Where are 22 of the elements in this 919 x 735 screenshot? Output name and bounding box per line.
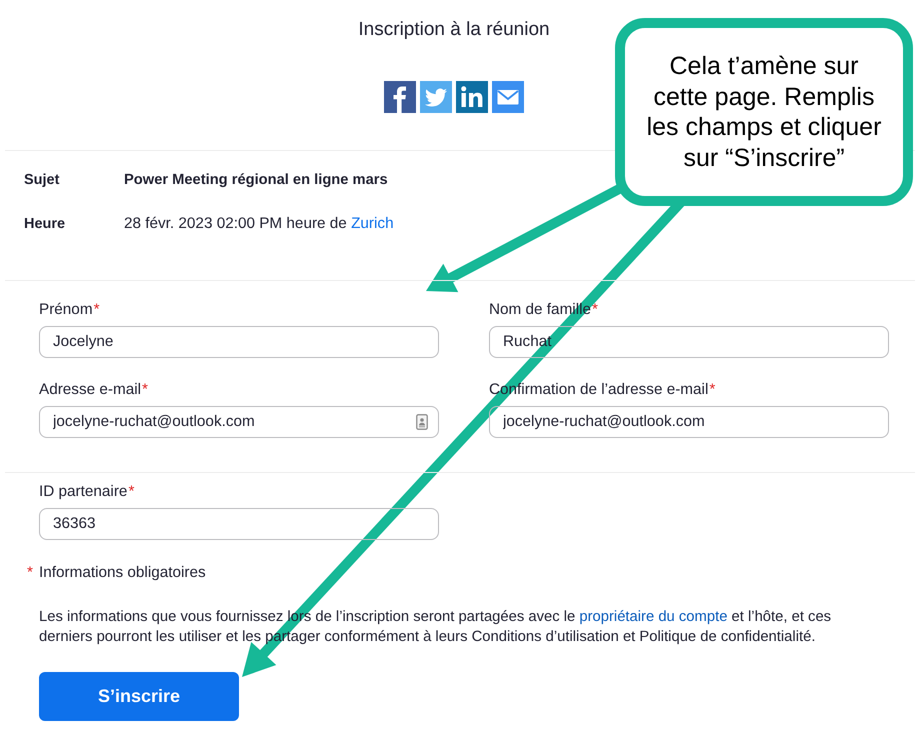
input-field[interactable]: 36363 <box>39 508 439 540</box>
input-field[interactable]: jocelyne-ruchat@outlook.com <box>489 406 889 438</box>
detail-label: Heure <box>24 215 66 234</box>
field-label: ID partenaire* <box>39 482 134 502</box>
field-label: Adresse e-mail* <box>39 380 148 400</box>
linkedin-icon[interactable] <box>456 81 488 113</box>
account-owner-link[interactable]: propriétaire du compte <box>579 609 728 625</box>
page-title: Inscription à la réunion <box>358 18 550 41</box>
contact-card-icon[interactable] <box>416 414 428 430</box>
input-field[interactable]: Jocelyne <box>39 326 439 358</box>
callout-text: Cela t’amène sur cette page. Remplis les champs et cliquer sur “S’inscrire” <box>646 51 882 173</box>
register-button[interactable]: S’inscrire <box>39 672 239 721</box>
detail-value: Power Meeting régional en ligne mars <box>124 171 388 190</box>
facebook-icon[interactable] <box>384 81 416 113</box>
detail-label: Sujet <box>24 171 60 190</box>
required-note: Informations obligatoires <box>39 563 206 583</box>
detail-value: 28 févr. 2023 02:00 PM heure de Zurich <box>124 214 394 234</box>
input-field[interactable]: jocelyne-ruchat@outlook.com <box>39 406 439 438</box>
field-label: Prénom* <box>39 300 100 320</box>
required-asterisk: * <box>26 563 34 583</box>
timezone-link[interactable]: Zurich <box>351 215 394 232</box>
mail-icon[interactable] <box>492 81 524 113</box>
